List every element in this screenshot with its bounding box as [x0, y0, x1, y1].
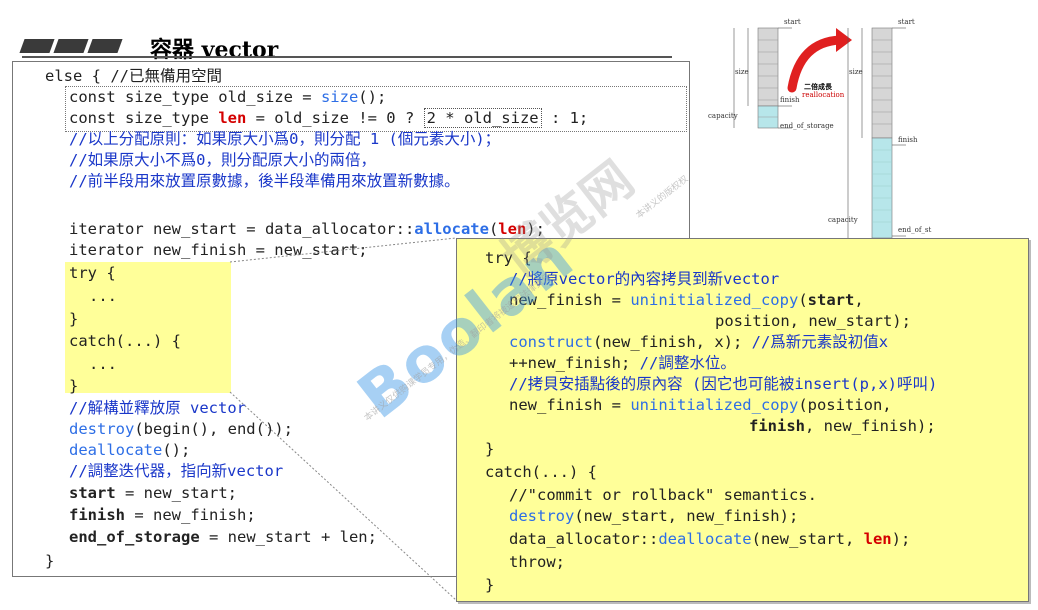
popup-comment-after: //拷貝安插點後的原內容 (因它也可能被insert(p,x)呼叫) — [509, 375, 938, 393]
diagram-label-finish-old: finish — [780, 96, 800, 104]
popup-line-destroy: destroy(new_start, new_finish); — [509, 507, 799, 525]
reallocation-diagram: start size finish capacity end_of_storag… — [700, 10, 960, 240]
diagram-label-start-new: start — [898, 18, 915, 26]
popup-line-construct: construct(new_finish, x); //爲新元素設初值x — [509, 333, 889, 351]
popup-line-close-try: } — [485, 440, 495, 458]
diagram-label-start-old: start — [784, 18, 801, 26]
popup-line-deallocate: data_allocator::deallocate(new_start, le… — [509, 530, 911, 548]
diagram-label-capacity-old: capacity — [708, 112, 738, 120]
diagram-label-size-new: size — [849, 68, 863, 76]
popup-line-copy-2b: finish, new_finish); — [749, 417, 936, 435]
popup-line-try: try { — [485, 249, 532, 267]
diagram-arrow-subtitle: reallocation — [802, 91, 845, 99]
diagram-label-finish-new: finish — [898, 136, 918, 144]
popup-line-close-catch: } — [485, 576, 495, 594]
popup-line-increment: ++new_finish; //調整水位。 — [509, 354, 736, 372]
diagram-label-eos-new: end_of_st — [898, 226, 932, 234]
diagram-label-size-old: size — [735, 68, 749, 76]
popup-line-copy-2: new_finish = uninitialized_copy(position… — [509, 396, 892, 414]
popup-comment-copy: //將原vector的內容拷貝到新vector — [509, 270, 780, 288]
popup-line-semantics: //"commit or rollback" semantics. — [509, 486, 817, 504]
popup-line-throw: throw; — [509, 553, 565, 571]
expanded-try-catch-panel: try { //將原vector的內容拷貝到新vector new_finish… — [456, 238, 1029, 602]
diagram-label-capacity-new: capacity — [828, 216, 858, 224]
popup-line-catch: catch(...) { — [485, 463, 597, 481]
popup-line-copy-1: new_finish = uninitialized_copy(start, — [509, 291, 864, 309]
popup-line-copy-1b: position, new_start); — [715, 312, 911, 330]
diagram-label-eos-old: end_of_storage — [780, 122, 834, 130]
